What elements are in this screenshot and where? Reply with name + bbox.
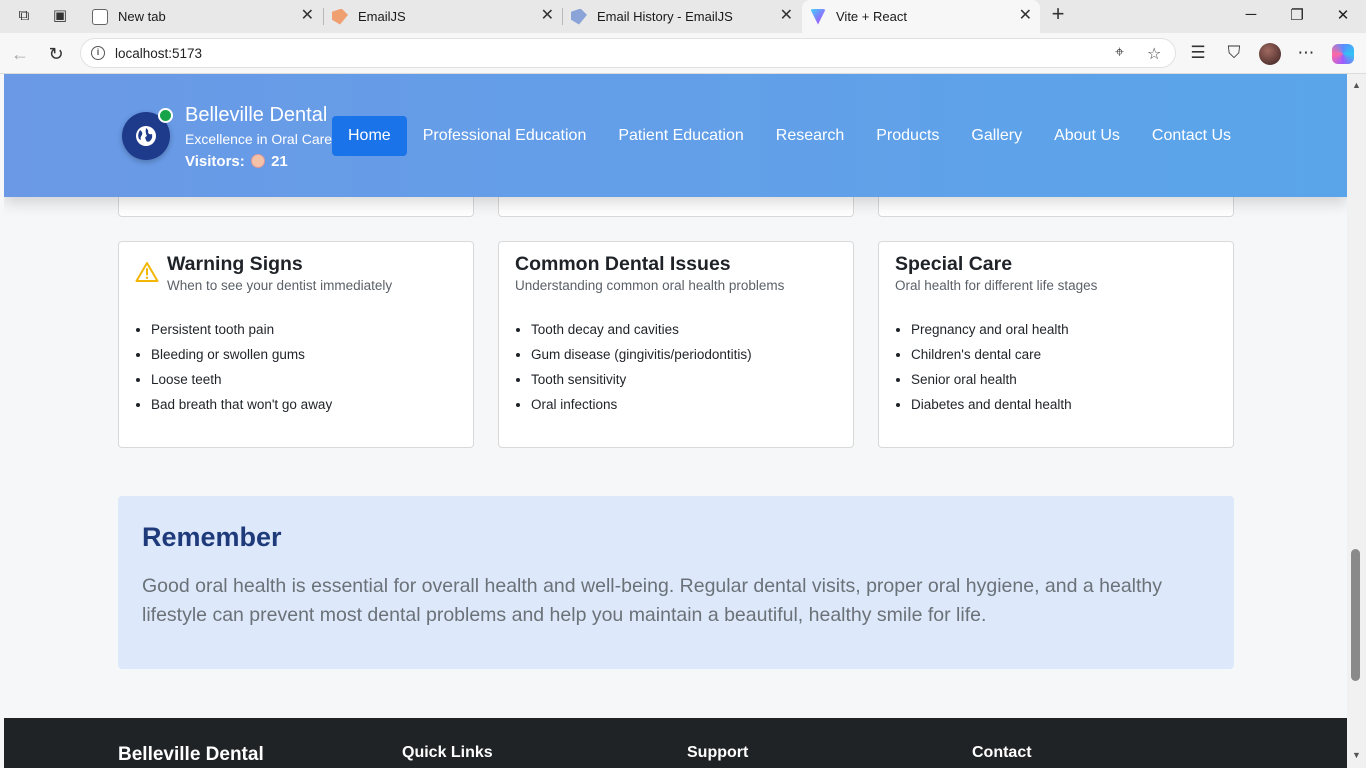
emailjs-icon <box>571 8 587 25</box>
list-item: Diabetes and dental health <box>911 397 1072 422</box>
brand-name[interactable]: Belleville Dental <box>185 104 327 127</box>
favorite-star-icon[interactable]: ☆ <box>1147 44 1161 64</box>
card-subtitle: When to see your dentist immediately <box>167 278 393 293</box>
visitors-label: Visitors: <box>185 153 245 170</box>
list-item: Persistent tooth pain <box>151 322 332 347</box>
online-status-dot <box>158 108 173 123</box>
warning-icon <box>135 262 159 282</box>
browser-tab-bar: ⧉ ▣ New tab ✕ EmailJS ✕ Email History - … <box>0 0 1366 33</box>
card-warning-signs: Warning Signs When to see your dentist i… <box>118 241 474 448</box>
card-common-dental-issues: Common Dental Issues Understanding commo… <box>498 241 854 448</box>
copilot-icon[interactable] <box>1332 44 1354 64</box>
profile-avatar[interactable] <box>1259 43 1281 65</box>
tab-label: Vite + React <box>836 9 907 24</box>
nav-gallery[interactable]: Gallery <box>955 116 1038 156</box>
tab-email-history[interactable]: Email History - EmailJS ✕ <box>563 0 801 33</box>
scroll-down-icon[interactable]: ▼ <box>1352 750 1361 760</box>
page-scrollbar[interactable]: ▲ ▼ <box>1347 74 1366 768</box>
list-item: Loose teeth <box>151 372 332 397</box>
remember-text: Good oral health is essential for overal… <box>142 575 1163 626</box>
workspaces-icon[interactable]: ⧉ <box>15 7 33 25</box>
window-close-icon[interactable]: ✕ <box>1333 6 1353 24</box>
shield-icon[interactable]: ⛉ <box>1223 43 1245 63</box>
site-footer: Belleville Dental Quick Links Support Co… <box>4 718 1347 768</box>
nav-professional-education[interactable]: Professional Education <box>407 116 603 156</box>
tab-label: Email History - EmailJS <box>597 9 733 24</box>
url-text: localhost:5173 <box>115 46 203 61</box>
footer-quick-links-heading: Quick Links <box>402 744 493 761</box>
card-title: Special Care <box>895 253 1013 275</box>
scroll-up-icon[interactable]: ▲ <box>1352 80 1361 90</box>
emailjs-icon <box>332 8 348 25</box>
new-tab-plus-icon[interactable]: + <box>1049 3 1067 25</box>
site-header: Belleville Dental Excellence in Oral Car… <box>4 74 1347 197</box>
tab-label: New tab <box>118 9 166 24</box>
list-item: Bleeding or swollen gums <box>151 347 332 372</box>
remember-title: Remember <box>142 522 282 552</box>
close-icon[interactable]: ✕ <box>541 8 554 24</box>
card-list: Persistent tooth pain Bleeding or swolle… <box>151 322 332 422</box>
close-icon[interactable]: ✕ <box>301 8 314 24</box>
tab-actions-icon[interactable]: ▣ <box>51 7 69 25</box>
card-subtitle: Understanding common oral health problem… <box>515 278 785 293</box>
restore-icon[interactable]: ❐ <box>1287 6 1307 24</box>
browser-address-bar: ← ↻ i localhost:5173 ⌖ ☆ ☰ ⛉ ⋯ <box>0 33 1366 74</box>
tab-emailjs[interactable]: EmailJS ✕ <box>324 0 562 33</box>
list-item: Senior oral health <box>911 372 1072 397</box>
location-icon[interactable]: ⌖ <box>1115 44 1124 62</box>
list-item: Children's dental care <box>911 347 1072 372</box>
nav-home[interactable]: Home <box>332 116 407 156</box>
nav-about-us[interactable]: About Us <box>1038 116 1136 156</box>
footer-contact-heading: Contact <box>972 744 1032 761</box>
nav-patient-education[interactable]: Patient Education <box>602 116 759 156</box>
new-tab-icon <box>92 8 108 25</box>
back-icon[interactable]: ← <box>9 43 31 65</box>
list-item: Oral infections <box>531 397 752 422</box>
list-item: Bad breath that won't go away <box>151 397 332 422</box>
nav-research[interactable]: Research <box>760 116 860 156</box>
url-field[interactable]: i localhost:5173 ⌖ ☆ <box>80 38 1176 68</box>
tab-label: EmailJS <box>358 9 406 24</box>
visitor-counter: Visitors: 21 <box>185 153 288 170</box>
tab-vite-react[interactable]: Vite + React ✕ <box>802 0 1040 33</box>
card-subtitle: Oral health for different life stages <box>895 278 1098 293</box>
reload-icon[interactable]: ↻ <box>45 43 67 65</box>
list-item: Tooth sensitivity <box>531 372 752 397</box>
close-icon[interactable]: ✕ <box>780 8 793 24</box>
vite-icon <box>810 8 826 25</box>
main-nav: Home Professional Education Patient Educ… <box>332 116 1247 156</box>
close-icon[interactable]: ✕ <box>1019 8 1032 24</box>
visitor-face-icon <box>250 154 265 168</box>
footer-support-heading: Support <box>687 744 749 761</box>
page-viewport: Belleville Dental Excellence in Oral Car… <box>4 74 1347 768</box>
nav-products[interactable]: Products <box>860 116 955 156</box>
brand-tagline: Excellence in Oral Care <box>185 131 333 147</box>
globe-icon <box>136 126 156 146</box>
card-list: Pregnancy and oral health Children's den… <box>911 322 1072 422</box>
tab-new-tab[interactable]: New tab ✕ <box>84 0 322 33</box>
card-list: Tooth decay and cavities Gum disease (gi… <box>531 322 752 422</box>
favorites-icon[interactable]: ☰ <box>1187 43 1209 63</box>
list-item: Gum disease (gingivitis/periodontitis) <box>531 347 752 372</box>
site-info-icon[interactable]: i <box>91 46 105 60</box>
nav-contact-us[interactable]: Contact Us <box>1136 116 1247 156</box>
remember-callout: Remember Good oral health is essential f… <box>118 496 1234 669</box>
list-item: Tooth decay and cavities <box>531 322 752 347</box>
list-item: Pregnancy and oral health <box>911 322 1072 347</box>
scrollbar-thumb[interactable] <box>1351 549 1360 681</box>
card-special-care: Special Care Oral health for different l… <box>878 241 1234 448</box>
visitors-count: 21 <box>271 153 288 170</box>
more-icon[interactable]: ⋯ <box>1295 43 1317 63</box>
card-title: Common Dental Issues <box>515 253 731 275</box>
minimize-icon[interactable]: ─ <box>1241 6 1261 23</box>
footer-brand: Belleville Dental <box>118 744 264 765</box>
card-title: Warning Signs <box>167 253 303 275</box>
